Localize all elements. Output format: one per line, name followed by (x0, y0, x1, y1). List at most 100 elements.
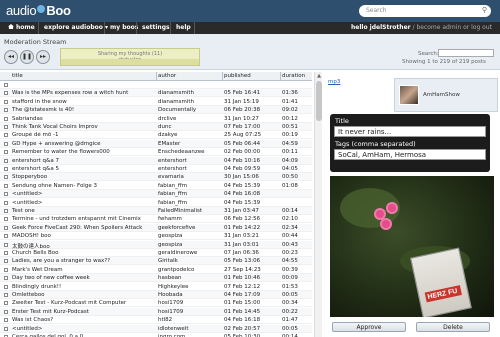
table-row[interactable]: Mark's Wet Dream grantpodelco 27 Sep 14:23… (0, 266, 312, 274)
title-field[interactable]: It never rains... (334, 126, 486, 137)
table-row[interactable]: Geek Force FiveCast 290: When Spoilers A… (0, 223, 312, 232)
row-checkbox[interactable] (4, 259, 8, 264)
row-checkbox[interactable] (4, 91, 8, 96)
row-checkbox[interactable] (4, 293, 8, 297)
table-row[interactable]: GD Hype + answering @dmgice EMaster 05 Feb… (0, 139, 312, 148)
table-row[interactable]: Blindingly drunk!! Highkeylee 07 Feb 12:12… (0, 283, 312, 291)
row-checkbox[interactable] (4, 150, 8, 155)
approve-button[interactable]: Approve (332, 322, 406, 332)
column-header-author[interactable]: author (158, 73, 176, 79)
row-checkbox[interactable] (4, 158, 8, 163)
table-row[interactable]: <untitled> fabian_ffm 04 Feb 15:39 (0, 199, 312, 207)
row-checkbox[interactable] (4, 225, 8, 230)
scrollbar-thumb[interactable] (316, 81, 322, 121)
row-duration: 04:05 (282, 166, 298, 172)
audio-player[interactable]: Sharing my thoughts (11) statuslon (60, 48, 200, 66)
row-checkbox[interactable] (4, 125, 8, 129)
row-checkbox[interactable] (4, 326, 8, 331)
table-row[interactable]: Think Tank Vocal Choirs Improv dunc 07 Feb… (0, 123, 312, 131)
table-row[interactable]: entershort q&a 7 entershort 04 Feb 10:16 04… (0, 156, 312, 165)
audioboo-logo[interactable]: audio Boo (6, 3, 71, 18)
row-checkbox[interactable] (4, 209, 8, 213)
nav-item-help[interactable]: help (176, 24, 191, 31)
row-checkbox[interactable] (4, 242, 8, 247)
search-icon[interactable]: ⚲ (482, 6, 487, 14)
row-title: Ladies, are you a stranger to wax?? (12, 258, 111, 265)
search-input[interactable]: Search ⚲ (359, 5, 491, 17)
table-row[interactable] (0, 81, 312, 89)
table-row[interactable]: The @tstatesmk is 40! Documentally 06 Feb … (0, 106, 312, 115)
author-card[interactable]: AmHamShow (394, 78, 498, 112)
nav-item-explore[interactable]: explore audioboo ▾ (44, 24, 108, 31)
column-header-title[interactable]: title (12, 73, 23, 79)
pause-button[interactable]: ❚❚ (20, 50, 34, 64)
table-row[interactable]: Stopperyboo evamaria 30 Jan 15:06 00:50 (0, 173, 312, 182)
table-row[interactable]: Sabriandas drclive 31 Jan 10:27 00:12 (0, 115, 312, 123)
table-scrollbar[interactable]: ▲ (314, 72, 322, 337)
row-checkbox[interactable] (4, 99, 8, 104)
table-row[interactable]: Remember to water the flowers000 Enschede… (0, 148, 312, 157)
author-name[interactable]: AmHamShow (423, 92, 460, 98)
row-checkbox[interactable] (4, 284, 8, 289)
table-row[interactable]: Cerca gallos del gol, 0 a 0 inqro.com 05 F… (0, 333, 312, 337)
table-row[interactable]: Was is the MPs expenses row a witch hunt… (0, 89, 312, 98)
row-checkbox[interactable] (4, 175, 8, 180)
user-menu[interactable]: hello jdelStrother / become admin or log… (351, 24, 492, 31)
table-row[interactable]: entershort q&a 5 entershort 04 Feb 09:59 04… (0, 165, 312, 173)
logo-wave-icon (37, 5, 46, 13)
table-row[interactable]: 太鼓の達人boo geospiza 31 Jan 03:01 00:43 (0, 240, 312, 250)
forward-button[interactable]: ▸▸ (36, 50, 50, 64)
row-checkbox[interactable] (4, 167, 8, 171)
column-header-duration[interactable]: duration (282, 73, 305, 79)
filter-input[interactable] (438, 49, 494, 57)
row-title: <untitled> (12, 191, 43, 198)
delete-button[interactable]: Delete (416, 322, 490, 332)
table-row[interactable]: Termine - und trotzdem entspannt mit Cin… (0, 215, 312, 224)
nav-item-my-boos[interactable]: my boos (110, 24, 138, 31)
table-row[interactable]: <untitled> fabian_ffm 04 Feb 16:08 (0, 190, 312, 199)
table-row[interactable]: Test one FailedMinimalist 31 Jan 03:47 00:1… (0, 207, 312, 215)
row-checkbox[interactable] (4, 141, 8, 146)
table-row[interactable]: Church Bells Boo geraldinerowe 07 Jan 06:3… (0, 249, 312, 257)
row-checkbox[interactable] (4, 276, 8, 281)
mp3-link[interactable]: mp3 (328, 79, 340, 85)
row-checkbox[interactable] (4, 251, 8, 255)
table-row[interactable]: Omletteboo Hoobada 04 Feb 17:09 00:05 (0, 291, 312, 299)
scroll-up-icon[interactable]: ▲ (316, 73, 322, 79)
row-checkbox[interactable] (4, 116, 8, 121)
row-checkbox[interactable] (4, 234, 8, 239)
table-row[interactable]: Ladies, are you a stranger to wax?? Girit… (0, 257, 312, 266)
table-row[interactable]: Was ist Chaos? htl82 04 Feb 16:18 01:47 (0, 316, 312, 325)
row-checkbox[interactable] (4, 267, 8, 272)
nav-item-settings[interactable]: settings (142, 24, 170, 31)
row-checkbox[interactable] (4, 309, 8, 314)
row-checkbox[interactable] (4, 217, 8, 222)
post-photo: HERZ FU (330, 176, 494, 317)
table-row[interactable]: Zweiter Test - Kurz-Podcast mit Computer… (0, 299, 312, 308)
user-links[interactable]: / become admin or log out (411, 24, 492, 31)
row-checkbox[interactable] (4, 83, 8, 87)
row-published: 02 Feb 00:00 (224, 149, 261, 156)
table-row[interactable]: Groupé dé mö -1 dzakye 25 Aug 07:25 00:19 (0, 131, 312, 140)
row-published: 05 Feb 13:06 (224, 258, 261, 265)
table-row[interactable]: <untitled> idlotenwelt 02 Feb 20:57 00:05 (0, 324, 312, 333)
table-row[interactable]: Sendung ohne Namen- Folge 3 fabian_ffm 04 … (0, 182, 312, 190)
player-progress-bar[interactable] (61, 59, 199, 65)
table-row[interactable]: stafford in the snow dianamsmith 31 Jan 15… (0, 98, 312, 106)
rewind-button[interactable]: ◂◂ (4, 50, 18, 64)
row-checkbox[interactable] (4, 301, 8, 306)
row-checkbox[interactable] (4, 133, 8, 138)
row-checkbox[interactable] (4, 183, 8, 188)
row-checkbox[interactable] (4, 318, 8, 323)
tags-field[interactable]: SoCal, AmHam, Hermosa (334, 149, 486, 160)
row-checkbox[interactable] (4, 108, 8, 113)
table-row[interactable]: Erster Test mit Kurz-Podcast hosi1709 01 F… (0, 307, 312, 316)
row-checkbox[interactable] (4, 192, 8, 197)
column-header-published[interactable]: published (224, 73, 251, 79)
table-row[interactable]: MADOSH! boo geospiza 31 Jan 03:21 00:44 (0, 232, 312, 241)
row-title: Remember to water the flowers000 (12, 149, 110, 156)
table-row[interactable]: Day two of new coffee week hasbean 01 Feb … (0, 274, 312, 283)
row-author: hasbean (158, 275, 182, 282)
nav-item-home[interactable]: home (8, 24, 35, 31)
row-checkbox[interactable] (4, 200, 8, 205)
